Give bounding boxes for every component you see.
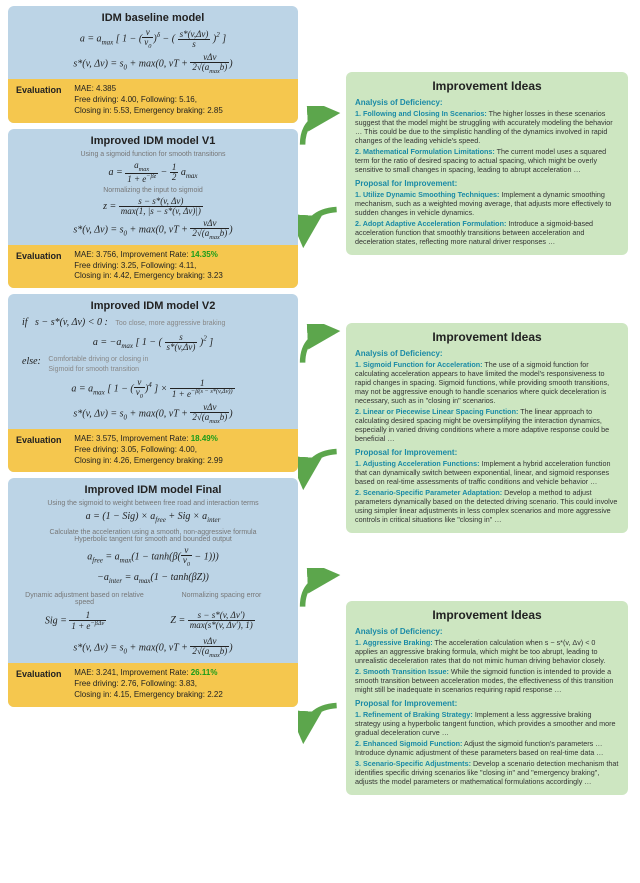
formula-note: Calculate the acceleration using a smoot… (16, 529, 290, 543)
formula: a = amax1 + e−βz − 12 amax (16, 161, 290, 184)
improvement-rate: 18.49% (191, 434, 218, 443)
model-title: Improved IDM model Final (16, 484, 290, 496)
model-title: Improved IDM model V1 (16, 135, 290, 147)
improvement-title: Improvement Ideas (355, 79, 619, 94)
formula-row: Sig = 11 + e−βΔv Z = s − s*(v, Δv′)max(s… (16, 608, 290, 634)
eval-content: MAE: 4.385 Free driving: 4.00, Following… (74, 84, 284, 116)
formula-note: Using a sigmoid function for smooth tran… (16, 151, 290, 158)
eval-label: Evaluation (16, 250, 72, 262)
arrow-icon (298, 568, 344, 614)
eval-line: MAE: 3.756, Improvement Rate: (74, 250, 191, 259)
formula: a = amax [ 1 − (vv0)4 ] × 11 + e−β(s − s… (16, 378, 290, 400)
model-v2: Improved IDM model V2 if s − s*(v, Δv) <… (8, 294, 298, 472)
eval-box: Evaluation MAE: 3.241, Improvement Rate:… (8, 663, 298, 706)
improvement-box-2: Improvement Ideas Analysis of Deficiency:… (346, 323, 628, 533)
proposal-head: Proposal for Improvement: (355, 448, 619, 458)
improvements-column: Improvement Ideas Analysis of Deficiency:… (346, 72, 628, 805)
eval-box: Evaluation MAE: 4.385 Free driving: 4.00… (8, 79, 298, 122)
improvement-title: Improvement Ideas (355, 608, 619, 623)
improvement-title: Improvement Ideas (355, 330, 619, 345)
proposal-item: 2. Adopt Adaptive Acceleration Formulati… (355, 219, 619, 246)
proposal-item: 1. Adjusting Acceleration Functions: Imp… (355, 459, 619, 486)
formula-right: Z = s − s*(v, Δv′)max(s*(v, Δv′), 1) (137, 611, 288, 631)
analysis-head: Analysis of Deficiency: (355, 349, 619, 359)
arrow-icon (298, 106, 344, 152)
eval-rest: Free driving: 3.05, Following: 4.00, Clo… (74, 445, 223, 465)
inline-note: Comfortable driving or closing in Sigmoi… (48, 355, 148, 375)
eval-rest: Free driving: 2.76, Following: 3.83, Clo… (74, 679, 223, 699)
model-title: Improved IDM model V2 (16, 300, 290, 312)
improvement-box-3: Improvement Ideas Analysis of Deficiency:… (346, 601, 628, 795)
improvement-rate: 26.11% (191, 668, 218, 677)
eval-content: MAE: 3.575, Improvement Rate: 18.49% Fre… (74, 434, 284, 466)
formula: s*(v, Δv) = s0 + max(0, vT + vΔv2√(amaxb… (16, 53, 290, 75)
analysis-item: 2. Linear or Piecewise Linear Spacing Fu… (355, 407, 619, 443)
improvement-box-1: Improvement Ideas Analysis of Deficiency:… (346, 72, 628, 255)
proposal-item: 2. Enhanced Sigmoid Function: Adjust the… (355, 739, 619, 757)
formula: z = s − s*(v, Δv)max(1, |s − s*(v, Δv)|) (16, 197, 290, 216)
formula: if s − s*(v, Δv) < 0 : Too close, more a… (16, 316, 290, 330)
eval-label: Evaluation (16, 668, 72, 680)
model-v1: Improved IDM model V1 Using a sigmoid fu… (8, 129, 298, 289)
formula: a = amax [ 1 − (vv0)δ − ( s*(v,Δv)s )2 ] (16, 28, 290, 50)
model-final: Improved IDM model Final Using the sigmo… (8, 478, 298, 706)
formula: s*(v, Δv) = s0 + max(0, vT + vΔv2√(amaxb… (16, 219, 290, 241)
analysis-item: 1. Sigmoid Function for Acceleration: Th… (355, 360, 619, 405)
note-left: Dynamic adjustment based on relative spe… (23, 592, 146, 606)
arrow-icon (298, 204, 344, 250)
note-right: Normalizing spacing error (160, 592, 283, 606)
analysis-head: Analysis of Deficiency: (355, 627, 619, 637)
arrow-icon (298, 700, 344, 746)
formula: s*(v, Δv) = s0 + max(0, vT + vΔv2√(amaxb… (16, 403, 290, 425)
analysis-item: 1. Following and Closing In Scenarios: T… (355, 109, 619, 145)
proposal-item: 1. Utilize Dynamic Smoothing Techniques:… (355, 190, 619, 217)
formula-note: Normalizing the input to sigmoid (16, 187, 290, 194)
formula: a = (1 − Sig) × afree + Sig × ainter (16, 510, 290, 526)
formula: else: Comfortable driving or closing in … (16, 355, 290, 375)
models-column: IDM baseline model a = amax [ 1 − (vv0)δ… (8, 6, 298, 713)
formula: s*(v, Δv) = s0 + max(0, vT + vΔv2√(amaxb… (16, 637, 290, 659)
analysis-item: 1. Aggressive Braking: The acceleration … (355, 638, 619, 665)
note-row: Dynamic adjustment based on relative spe… (16, 590, 290, 608)
analysis-head: Analysis of Deficiency: (355, 98, 619, 108)
proposal-item: 1. Refinement of Braking Strategy: Imple… (355, 710, 619, 737)
formula: afree = amax(1 − tanh(β(vv0 − 1))) (16, 546, 290, 568)
inline-note: Too close, more aggressive braking (115, 320, 225, 327)
proposal-head: Proposal for Improvement: (355, 179, 619, 189)
eval-line: MAE: 3.575, Improvement Rate: (74, 434, 191, 443)
eval-label: Evaluation (16, 434, 72, 446)
eval-rest: Free driving: 3.25, Following: 4.11, Clo… (74, 261, 223, 281)
proposal-item: 3. Scenario-Specific Adjustments: Develo… (355, 759, 619, 786)
model-title: IDM baseline model (16, 12, 290, 24)
arrow-icon (298, 324, 344, 370)
model-baseline: IDM baseline model a = amax [ 1 − (vv0)δ… (8, 6, 298, 123)
analysis-item: 2. Smooth Transition Issue: While the si… (355, 667, 619, 694)
eval-content: MAE: 3.756, Improvement Rate: 14.35% Fre… (74, 250, 284, 282)
improvement-rate: 14.35% (191, 250, 218, 259)
eval-label: Evaluation (16, 84, 72, 96)
proposal-head: Proposal for Improvement: (355, 699, 619, 709)
analysis-item: 2. Mathematical Formulation Limitations:… (355, 147, 619, 174)
proposal-item: 2. Scenario-Specific Parameter Adaptatio… (355, 488, 619, 524)
arrow-icon (298, 446, 344, 492)
eval-content: MAE: 3.241, Improvement Rate: 26.11% Fre… (74, 668, 284, 700)
formula: −ainter = amax(1 − tanh(βZ)) (16, 571, 290, 587)
formula-note: Using the sigmoid to weight between free… (16, 500, 290, 507)
eval-box: Evaluation MAE: 3.756, Improvement Rate:… (8, 245, 298, 288)
formula: a = −amax [ 1 − ( ss*(v,Δv) )2 ] (16, 333, 290, 352)
eval-box: Evaluation MAE: 3.575, Improvement Rate:… (8, 429, 298, 472)
eval-line: MAE: 3.241, Improvement Rate: (74, 668, 191, 677)
formula-left: Sig = 11 + e−βΔv (18, 611, 133, 631)
